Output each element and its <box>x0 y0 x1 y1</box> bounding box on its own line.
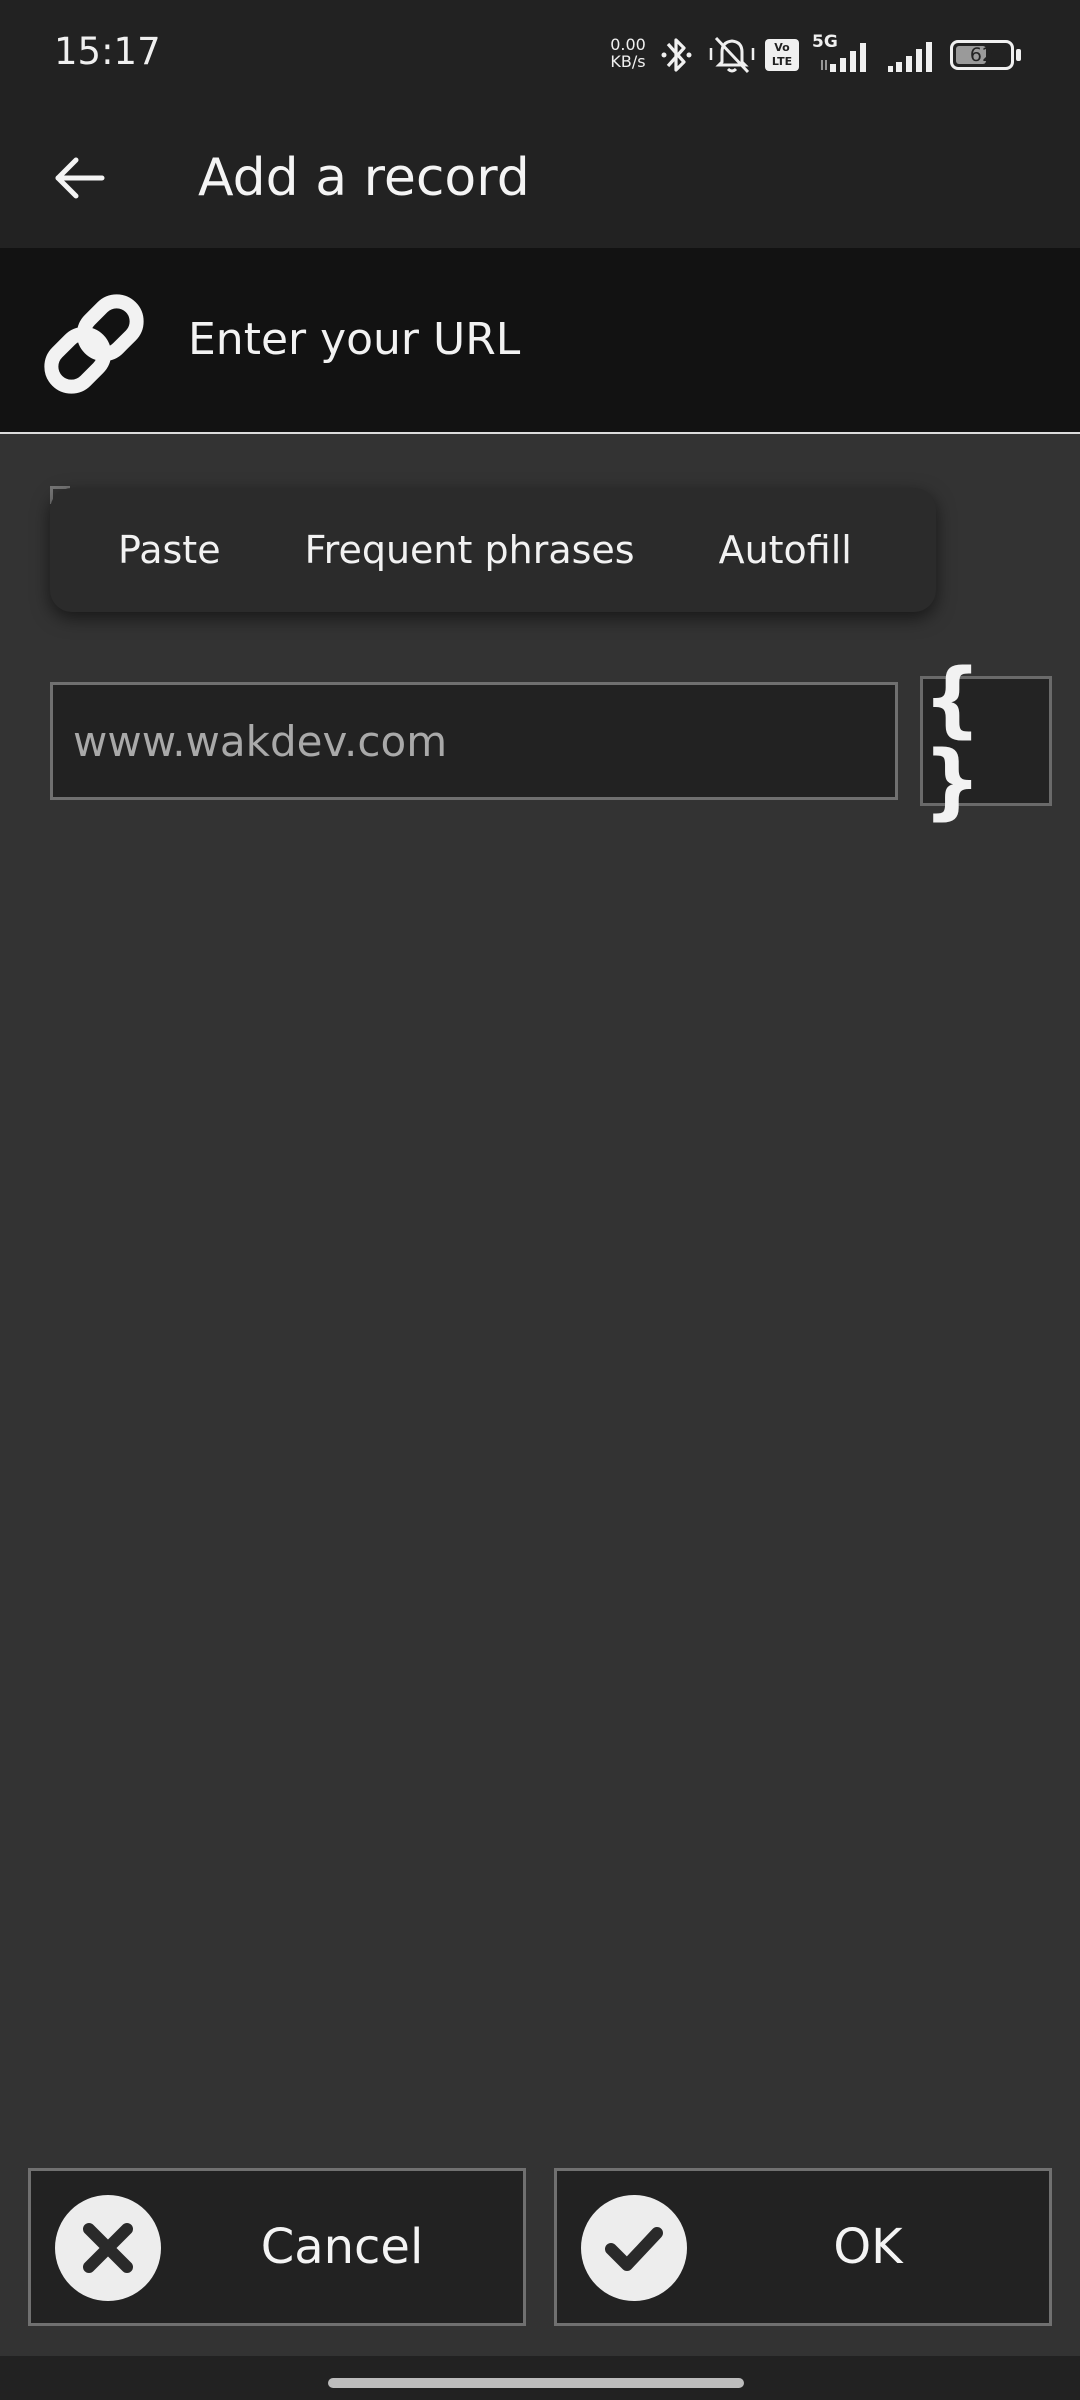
menu-item-autofill[interactable]: Autofill <box>677 488 894 612</box>
braces-icon: { } <box>923 652 988 829</box>
screen: 15:17 0.00 KB/s Vo LTE 5G 62 Add a recor… <box>0 0 1080 2400</box>
ok-label: OK <box>833 2219 903 2275</box>
status-time: 15:17 <box>54 30 161 73</box>
status-bar: 15:17 0.00 KB/s Vo LTE 5G 62 <box>0 0 1080 108</box>
network-speed: 0.00 KB/s <box>606 36 650 70</box>
cancel-button[interactable]: Cancel <box>28 2168 526 2326</box>
url-input[interactable] <box>50 682 898 800</box>
close-icon <box>55 2195 161 2301</box>
network-speed-unit: KB/s <box>610 52 646 71</box>
menu-item-paste[interactable]: Paste <box>50 488 263 612</box>
battery-icon: 62 <box>950 40 1014 70</box>
volte-label: Vo LTE <box>771 41 793 68</box>
page-title: Add a record <box>198 148 530 208</box>
ok-button[interactable]: OK <box>554 2168 1052 2326</box>
text-context-menu: Paste Frequent phrases Autofill <box>50 488 936 612</box>
gesture-handle[interactable] <box>328 2378 744 2388</box>
arrow-left-icon <box>55 157 105 199</box>
signal-icon <box>821 43 866 72</box>
navigation-bar <box>0 2356 1080 2400</box>
battery-tip <box>1016 49 1021 61</box>
network-speed-value: 0.00 <box>610 35 646 54</box>
mute-icon <box>709 36 755 74</box>
menu-item-frequent-phrases[interactable]: Frequent phrases <box>263 488 677 612</box>
link-icon <box>44 294 144 394</box>
volte-icon: Vo LTE <box>765 39 799 71</box>
record-type-label: Enter your URL <box>188 314 521 365</box>
signal-icon <box>888 42 932 72</box>
variables-button[interactable]: { } <box>920 659 1052 823</box>
app-bar: Add a record <box>0 108 1080 248</box>
back-button[interactable] <box>40 138 120 218</box>
checkmark-icon <box>581 2195 687 2301</box>
battery-level: 62 <box>969 44 995 66</box>
record-type-header: Enter your URL <box>0 248 1080 434</box>
bluetooth-icon <box>661 38 692 72</box>
cancel-label: Cancel <box>260 2219 424 2275</box>
